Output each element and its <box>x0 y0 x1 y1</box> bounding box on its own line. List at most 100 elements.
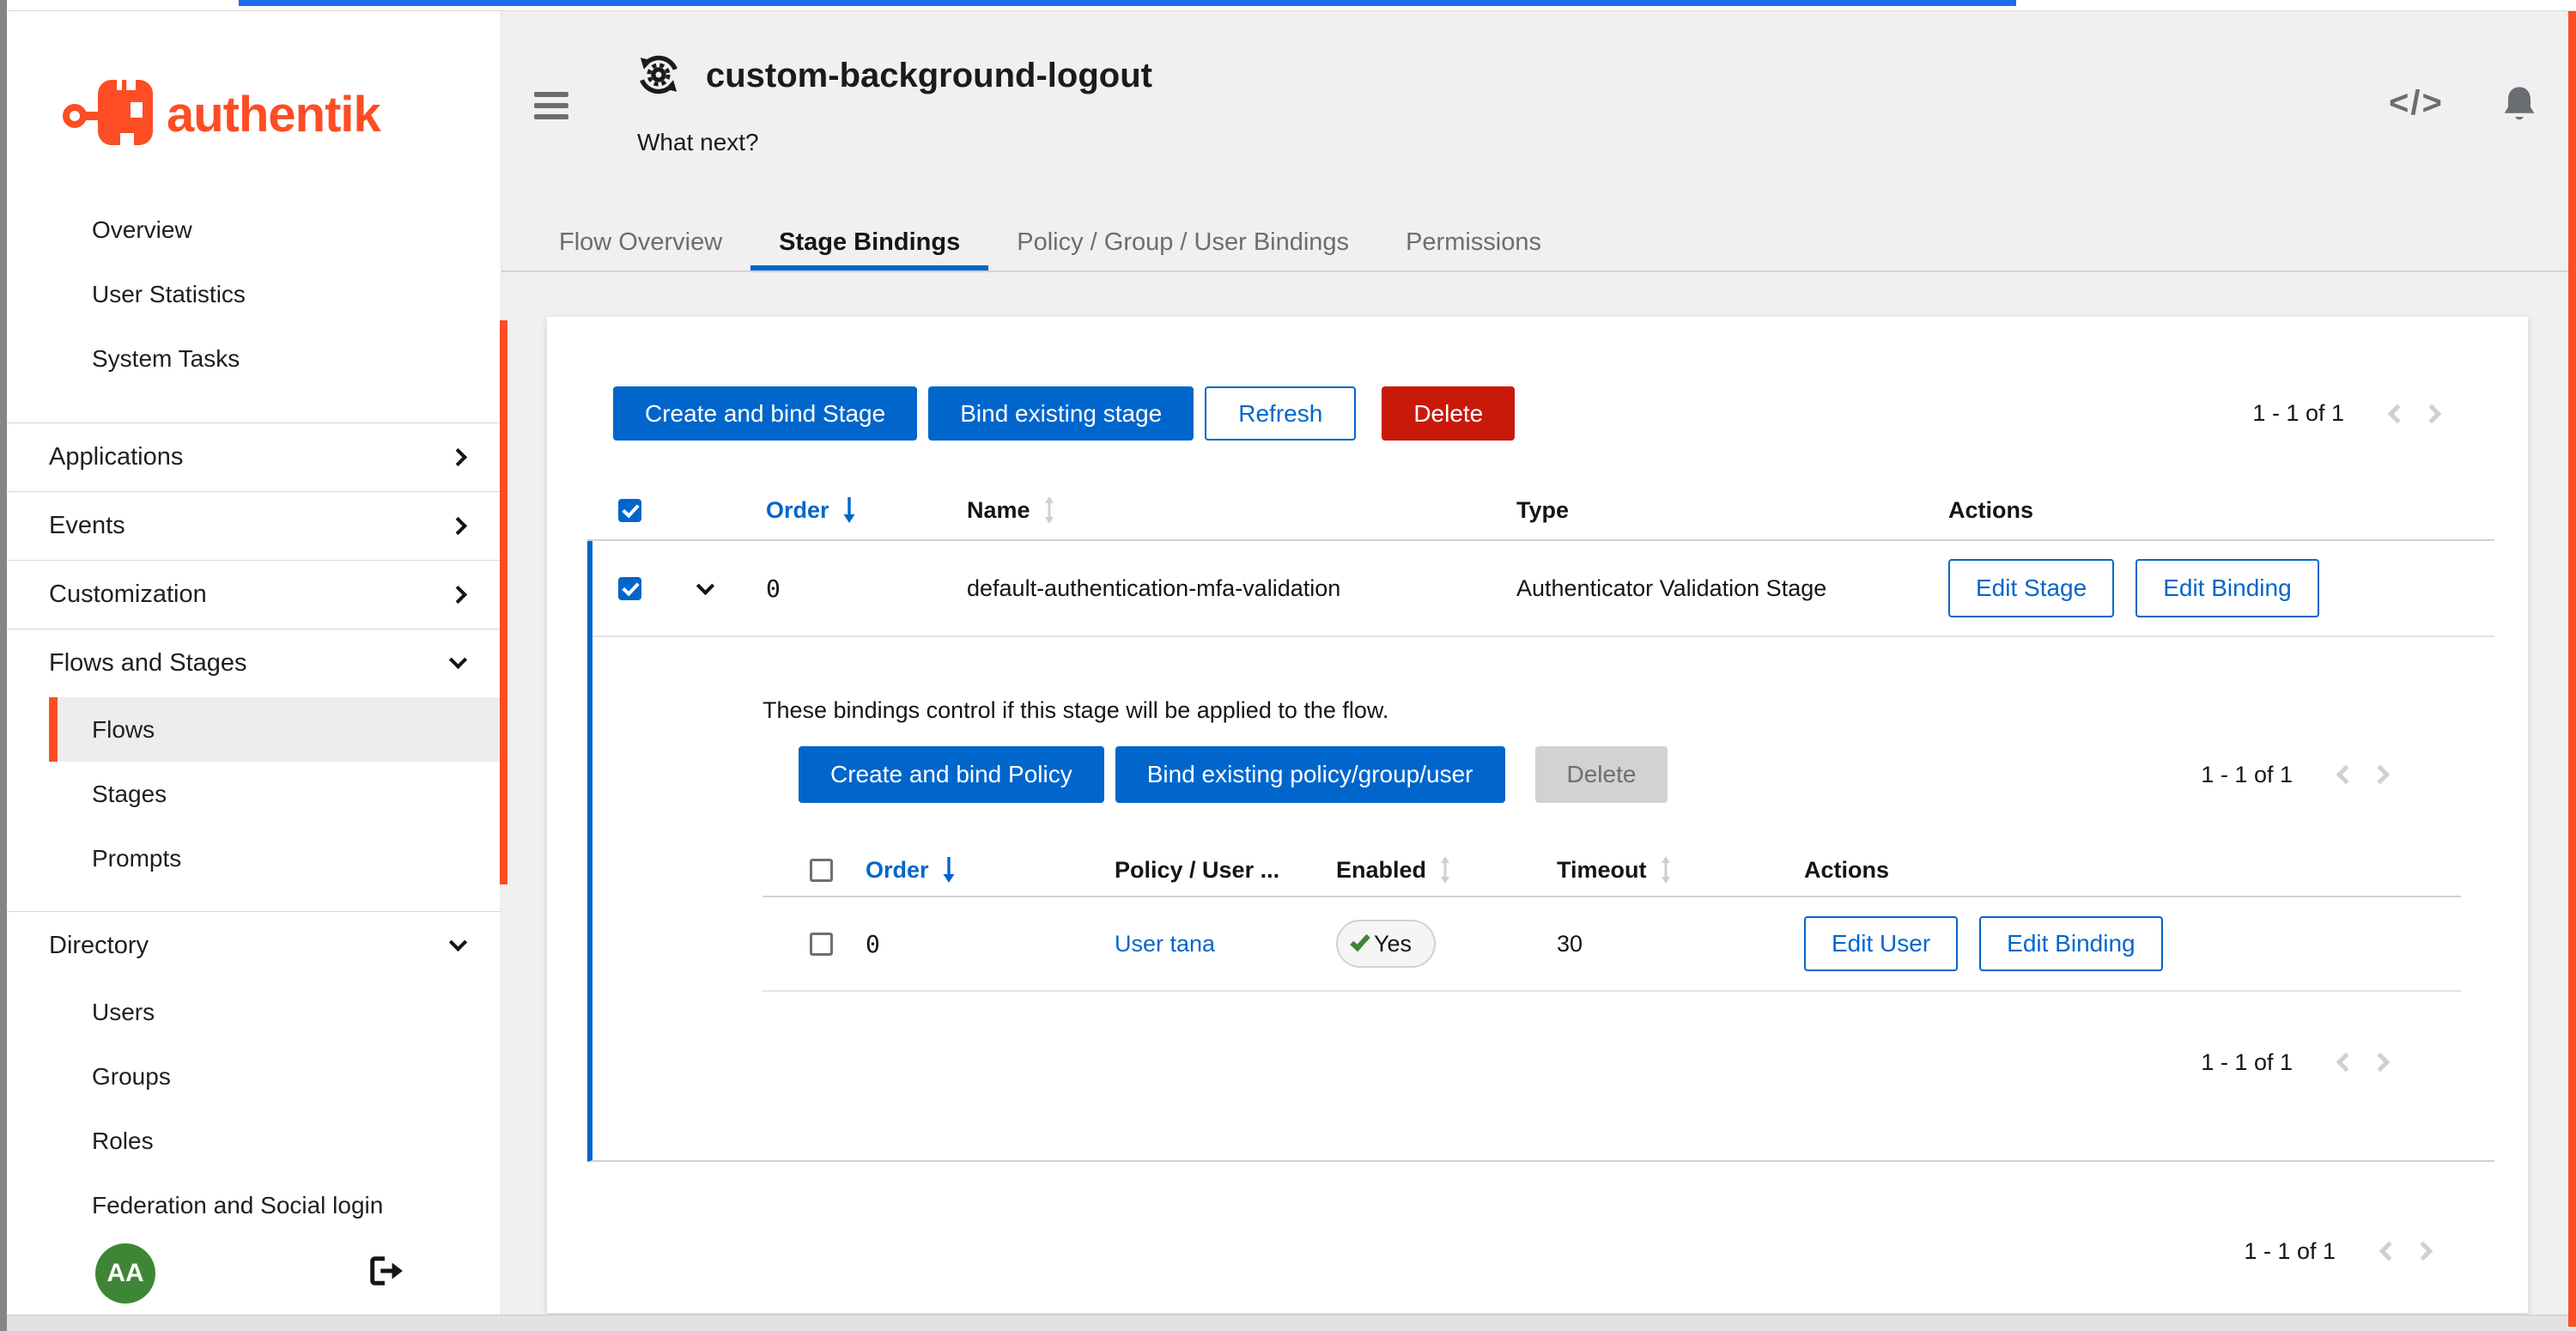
row-checkbox[interactable] <box>810 933 833 956</box>
stage-type: Authenticator Validation Stage <box>1516 575 1948 602</box>
check-icon <box>1350 931 1370 951</box>
tab-permissions[interactable]: Permissions <box>1377 215 1570 270</box>
authentik-logo-icon <box>62 71 155 158</box>
sign-out-icon[interactable] <box>365 1254 404 1292</box>
sidebar-item-events[interactable]: Events <box>7 491 501 560</box>
previous-page-button[interactable] <box>2322 1042 2363 1083</box>
sidebar-item-prompts[interactable]: Prompts <box>7 826 501 890</box>
pagination-text: 1 - 1 of 1 <box>2201 762 2293 788</box>
sidebar-item-customization[interactable]: Customization <box>7 560 501 629</box>
bind-existing-stage-button[interactable]: Bind existing stage <box>928 386 1194 441</box>
column-enabled[interactable]: Enabled <box>1336 857 1426 884</box>
column-type: Type <box>1516 497 1948 524</box>
previous-page-button[interactable] <box>2373 393 2415 435</box>
page-subtitle: What next? <box>637 129 759 156</box>
card-pagination: 1 - 1 of 1 <box>547 1231 2528 1272</box>
tab-policy-group-user-bindings[interactable]: Policy / Group / User Bindings <box>988 215 1377 270</box>
sidebar-item-system-tasks[interactable]: System Tasks <box>7 326 501 391</box>
chevron-right-icon <box>2371 1053 2391 1073</box>
sort-descending-icon <box>941 855 957 884</box>
policy-table-header: Order Policy / User ... Enabled Timeout … <box>762 844 2461 897</box>
policy-toolbar: Create and bind Policy Bind existing pol… <box>762 746 2461 803</box>
sortable-icon <box>1438 855 1452 884</box>
select-all-checkbox[interactable] <box>618 499 641 522</box>
avatar[interactable]: AA <box>95 1243 155 1304</box>
sidebar-item-federation[interactable]: Federation and Social login <box>7 1173 501 1237</box>
column-policy-user: Policy / User ... <box>1115 857 1336 884</box>
api-code-icon[interactable]: </> <box>2389 84 2444 123</box>
next-page-button[interactable] <box>2363 1042 2404 1083</box>
row-expander-chevron-down-icon[interactable] <box>696 576 714 594</box>
pagination-text: 1 - 1 of 1 <box>2252 400 2344 427</box>
stage-bindings-table: Order Name Type Actions 0 default-authen… <box>587 481 2494 1162</box>
sortable-icon <box>1042 495 1056 525</box>
policy-pagination-top: 1 - 1 of 1 <box>2201 754 2404 795</box>
bind-existing-policy-button[interactable]: Bind existing policy/group/user <box>1115 746 1505 803</box>
sidebar-item-directory[interactable]: Directory <box>7 911 501 980</box>
row-checkbox[interactable] <box>618 577 641 600</box>
stage-pagination: 1 - 1 of 1 <box>2252 393 2456 435</box>
sidebar-item-user-statistics[interactable]: User Statistics <box>7 262 501 326</box>
chevron-left-icon <box>2379 1242 2399 1261</box>
column-timeout[interactable]: Timeout <box>1557 857 1647 884</box>
tab-flow-overview[interactable]: Flow Overview <box>531 215 750 270</box>
sidebar-item-applications[interactable]: Applications <box>7 422 501 491</box>
horizontal-scrollbar-track[interactable] <box>0 1315 2576 1331</box>
sort-descending-icon <box>841 495 857 525</box>
browser-top-accent-bar <box>239 0 2016 6</box>
refresh-button[interactable]: Refresh <box>1205 386 1356 441</box>
order-value: 0 <box>866 930 1115 958</box>
next-page-button[interactable] <box>2406 1231 2447 1272</box>
chevron-right-icon <box>449 448 467 466</box>
timeout-value: 30 <box>1557 931 1804 957</box>
sidebar-item-roles[interactable]: Roles <box>7 1109 501 1173</box>
column-name[interactable]: Name <box>967 497 1030 524</box>
chevron-right-icon <box>449 517 467 535</box>
edit-binding-button[interactable]: Edit Binding <box>1979 916 2162 971</box>
previous-page-button[interactable] <box>2322 754 2363 795</box>
column-order[interactable]: Order <box>766 497 829 524</box>
next-page-button[interactable] <box>2415 393 2456 435</box>
selected-row-region: 0 default-authentication-mfa-validation … <box>587 541 2494 1162</box>
user-link[interactable]: User tana <box>1115 931 1336 957</box>
sidebar-item-flows-and-stages[interactable]: Flows and Stages <box>7 629 501 697</box>
policy-bindings-description: These bindings control if this stage wil… <box>762 697 2461 724</box>
next-page-button[interactable] <box>2363 754 2404 795</box>
page-scrollbar[interactable] <box>2568 11 2576 1327</box>
edit-user-button[interactable]: Edit User <box>1804 916 1958 971</box>
edit-binding-button[interactable]: Edit Binding <box>2136 559 2318 617</box>
authentik-logo[interactable]: authentik <box>62 71 380 158</box>
chevron-right-icon <box>2371 765 2391 785</box>
sidebar-nav: Overview User Statistics System Tasks Ap… <box>7 198 501 1237</box>
sidebar-item-overview[interactable]: Overview <box>7 198 501 262</box>
delete-button[interactable]: Delete <box>1382 386 1515 441</box>
sidebar-item-stages[interactable]: Stages <box>7 762 501 826</box>
create-and-bind-stage-button[interactable]: Create and bind Stage <box>613 386 917 441</box>
menu-icon[interactable] <box>534 92 568 125</box>
sidebar: authentik Overview User Statistics Syste… <box>7 11 501 1316</box>
sidebar-item-users[interactable]: Users <box>7 980 501 1044</box>
sortable-icon <box>1659 855 1673 884</box>
previous-page-button[interactable] <box>2365 1231 2406 1272</box>
stage-toolbar: Create and bind Stage Bind existing stag… <box>613 386 2456 441</box>
edit-stage-button[interactable]: Edit Stage <box>1948 559 2114 617</box>
stage-table-header: Order Name Type Actions <box>587 481 2494 541</box>
sidebar-item-flows[interactable]: Flows <box>49 697 501 762</box>
column-order[interactable]: Order <box>866 857 929 884</box>
authentik-logo-text: authentik <box>167 86 380 143</box>
chevron-right-icon <box>2422 404 2442 423</box>
policy-delete-button[interactable]: Delete <box>1535 746 1668 803</box>
chevron-left-icon <box>2388 404 2408 423</box>
select-all-checkbox[interactable] <box>810 859 833 882</box>
column-actions: Actions <box>1804 857 2461 884</box>
stage-bindings-card: Create and bind Stage Bind existing stag… <box>547 317 2528 1313</box>
chevron-right-icon <box>449 586 467 604</box>
policy-bindings-panel: These bindings control if this stage wil… <box>592 637 2494 1160</box>
create-and-bind-policy-button[interactable]: Create and bind Policy <box>799 746 1104 803</box>
sidebar-scrollbar[interactable] <box>500 320 507 884</box>
policy-bindings-table: Order Policy / User ... Enabled Timeout … <box>762 844 2461 992</box>
notifications-bell-icon[interactable] <box>2497 82 2542 131</box>
chevron-right-icon <box>2414 1242 2433 1261</box>
sidebar-item-groups[interactable]: Groups <box>7 1044 501 1109</box>
tab-stage-bindings[interactable]: Stage Bindings <box>750 215 988 270</box>
